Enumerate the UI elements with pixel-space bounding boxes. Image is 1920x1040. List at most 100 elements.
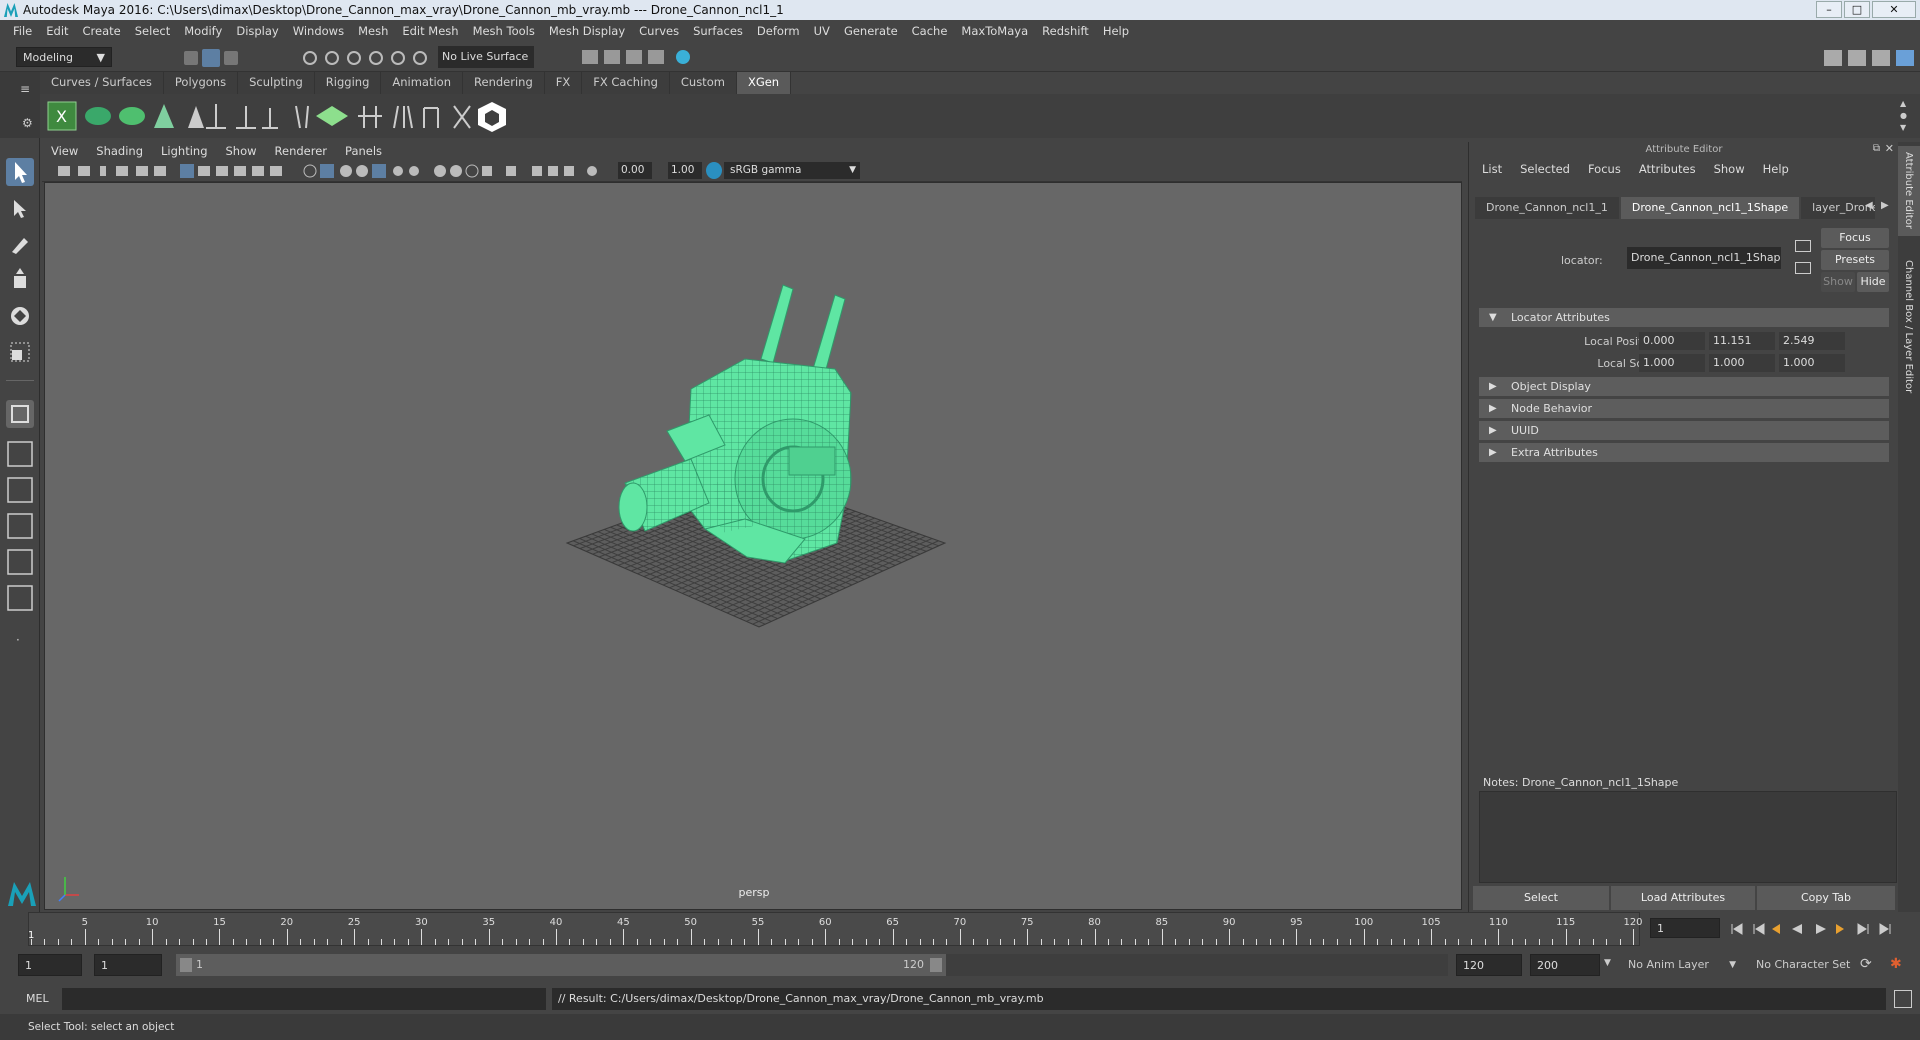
minimize-button[interactable]: – [1816, 1, 1842, 18]
side-tab-attribute-editor[interactable]: Attribute Editor [1898, 146, 1920, 236]
panel-layout-presets[interactable]: · [6, 438, 34, 678]
script-language-label[interactable]: MEL [26, 992, 49, 1005]
shelf-tab-polygons[interactable]: Polygons [163, 72, 239, 94]
mode-dropdown[interactable]: Modeling ▼ [16, 47, 112, 67]
playback-start-field[interactable]: 1 [94, 954, 162, 976]
ae-menu-help[interactable]: Help [1754, 162, 1798, 180]
hide-button[interactable]: Hide [1857, 272, 1889, 292]
range-track[interactable] [946, 954, 1448, 976]
menu-cache[interactable]: Cache [905, 24, 955, 38]
scale-tool-icon[interactable] [6, 338, 34, 366]
shelf-tab-custom[interactable]: Custom [669, 72, 737, 94]
command-input[interactable] [62, 988, 546, 1010]
close-icon[interactable]: ✕ [1885, 142, 1894, 155]
current-frame-field[interactable]: 1 [1650, 918, 1720, 938]
local-scale-z[interactable]: 1.000 [1779, 354, 1845, 372]
presets-button[interactable]: Presets [1821, 250, 1889, 270]
viewport-menu-renderer[interactable]: Renderer [266, 144, 337, 158]
local-position-x[interactable]: 0.000 [1639, 332, 1705, 350]
menu-windows[interactable]: Windows [286, 24, 351, 38]
shelf-tab-fx-caching[interactable]: FX Caching [582, 72, 670, 94]
menu-display[interactable]: Display [229, 24, 285, 38]
maximize-button[interactable]: □ [1844, 1, 1870, 18]
shelf-settings-icon[interactable]: ⚙ [22, 116, 33, 130]
selection-toolbar[interactable] [120, 48, 440, 68]
menu-mesh[interactable]: Mesh [351, 24, 395, 38]
section-extra-attributes[interactable]: ▶ Extra Attributes [1479, 443, 1889, 462]
ae-menu-focus[interactable]: Focus [1579, 162, 1630, 180]
shelf-scroll-icon[interactable]: ▲ ● ▼ [1900, 98, 1912, 134]
render-toolbar[interactable] [580, 46, 700, 68]
range-end-handle[interactable] [930, 958, 942, 972]
anim-layer-dropdown[interactable]: No Anim Layer ▼ [1620, 954, 1740, 976]
section-object-display[interactable]: ▶ Object Display [1479, 377, 1889, 396]
local-scale-x[interactable]: 1.000 [1639, 354, 1705, 372]
menu-file[interactable]: File [6, 24, 39, 38]
lasso-tool-icon[interactable] [6, 194, 34, 222]
viewport-toolbar-icons[interactable] [56, 162, 716, 180]
focus-button[interactable]: Focus [1821, 228, 1889, 248]
section-uuid[interactable]: ▶ UUID [1479, 421, 1889, 440]
local-scale-y[interactable]: 1.000 [1709, 354, 1775, 372]
local-position-y[interactable]: 11.151 [1709, 332, 1775, 350]
viewport-menu-lighting[interactable]: Lighting [152, 144, 216, 158]
playback-end-field[interactable]: 120 [1456, 954, 1522, 976]
range-start-handle[interactable] [180, 958, 192, 972]
scene-canvas[interactable] [45, 183, 1462, 910]
menu-generate[interactable]: Generate [837, 24, 905, 38]
animation-start-field[interactable]: 1 [18, 954, 82, 976]
side-tab-channel-box[interactable]: Channel Box / Layer Editor [1898, 254, 1920, 394]
character-set-dropdown[interactable]: No Character Set [1748, 954, 1870, 976]
perspective-viewport[interactable]: persp [44, 182, 1462, 910]
menu-edit[interactable]: Edit [39, 24, 75, 38]
playback-preferences-icon[interactable]: ✱ [1890, 956, 1902, 972]
menu-maxtomaya[interactable]: MaxToMaya [954, 24, 1035, 38]
viewport-menu-shading[interactable]: Shading [87, 144, 152, 158]
menu-modify[interactable]: Modify [177, 24, 229, 38]
workspace-toolbar[interactable] [1820, 46, 1916, 70]
shelf-tab-fx[interactable]: FX [544, 72, 583, 94]
viewport-menu-panels[interactable]: Panels [336, 144, 391, 158]
section-locator-attributes[interactable]: ▼ Locator Attributes [1479, 308, 1889, 327]
select-tool-icon[interactable] [6, 158, 34, 186]
menu-mesh-tools[interactable]: Mesh Tools [466, 24, 542, 38]
node-tab-transform[interactable]: Drone_Cannon_ncl1_1 [1475, 197, 1619, 219]
menu-uv[interactable]: UV [807, 24, 837, 38]
range-slider[interactable]: 1 120 [176, 954, 946, 976]
move-tool-icon[interactable] [6, 266, 34, 294]
script-editor-icon[interactable] [1894, 990, 1912, 1008]
time-slider[interactable]: 5 10 15 20 25 30 35 40 45 50 55 60 65 70 75 80 85 90 95 100… [0, 912, 1920, 946]
float-panel-icon[interactable]: ⧉ [1873, 143, 1880, 154]
close-button[interactable]: ✕ [1872, 1, 1916, 18]
menu-surfaces[interactable]: Surfaces [686, 24, 750, 38]
ae-menu-attributes[interactable]: Attributes [1630, 162, 1705, 180]
section-node-behavior[interactable]: ▶ Node Behavior [1479, 399, 1889, 418]
playback-controls[interactable] [1728, 920, 1914, 938]
menu-mesh-display[interactable]: Mesh Display [542, 24, 632, 38]
notes-field[interactable] [1479, 791, 1897, 883]
paint-select-tool-icon[interactable] [6, 230, 34, 258]
rotate-tool-icon[interactable] [6, 302, 34, 330]
node-tab-shape[interactable]: Drone_Cannon_ncl1_1Shape [1620, 197, 1800, 219]
shelf-tab-sculpting[interactable]: Sculpting [238, 72, 315, 94]
select-button[interactable]: Select [1473, 886, 1609, 910]
load-attributes-button[interactable]: Load Attributes [1611, 886, 1755, 910]
exposure-field[interactable]: 0.00 [618, 162, 652, 179]
shelf-menu-icon[interactable]: ≡ [20, 82, 30, 96]
ae-menu-show[interactable]: Show [1705, 162, 1754, 180]
menu-curves[interactable]: Curves [632, 24, 686, 38]
gamma-field[interactable]: 1.00 [668, 162, 702, 179]
time-ruler[interactable]: 5 10 15 20 25 30 35 40 45 50 55 60 65 70 75 80 85 90 95 100… [28, 912, 1643, 946]
menu-redshift[interactable]: Redshift [1035, 24, 1096, 38]
menu-help[interactable]: Help [1096, 24, 1136, 38]
shelf-tab-curves-surfaces[interactable]: Curves / Surfaces [40, 72, 164, 94]
animation-end-field[interactable]: 200 [1530, 954, 1600, 976]
menu-create[interactable]: Create [76, 24, 128, 38]
shelf-tab-xgen[interactable]: XGen [736, 72, 792, 94]
auto-key-icon[interactable]: ⟳ [1860, 956, 1872, 972]
color-space-dropdown[interactable]: sRGB gamma ▼ [724, 162, 860, 179]
node-tab-layer[interactable]: layer_Drone_ [1801, 197, 1875, 219]
color-management-icon[interactable] [706, 162, 722, 179]
single-pane-layout-icon[interactable] [6, 400, 34, 428]
copy-tab-button[interactable]: Copy Tab [1757, 886, 1895, 910]
